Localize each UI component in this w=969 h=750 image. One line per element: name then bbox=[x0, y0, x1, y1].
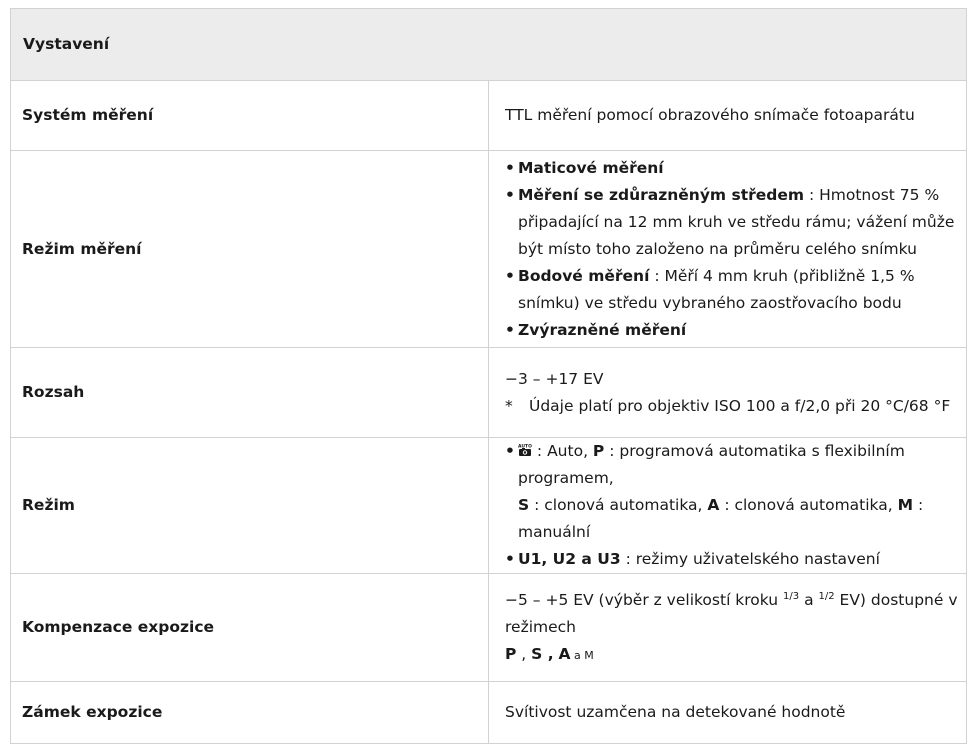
table-row: Kompenzace expozice −5 – +5 EV (výběr z … bbox=[10, 573, 967, 682]
comp-step-third: 1/3 bbox=[783, 590, 800, 602]
table-row: Systém měření TTL měření pomocí obrazové… bbox=[10, 80, 967, 151]
row-value: Maticové měření Měření se zdůrazněným st… bbox=[488, 150, 967, 348]
mode-s: S , bbox=[531, 644, 554, 663]
note-text: Údaje platí pro objektiv ISO 100 a f/2,0… bbox=[529, 396, 951, 415]
list-item: U1, U2 a U3 : režimy uživatelského nasta… bbox=[505, 546, 958, 573]
range-value: −3 – +17 EV bbox=[505, 369, 604, 388]
mode-p: P bbox=[592, 442, 605, 460]
list-item: Měření se zdůrazněným středem : Hmotnost… bbox=[505, 182, 958, 263]
note-mark: * bbox=[505, 396, 513, 415]
row-label: Rozsah bbox=[10, 347, 489, 438]
row-label: Zámek expozice bbox=[10, 681, 489, 744]
mode-s-text: : clonová automatika, bbox=[529, 496, 708, 514]
svg-text:AUTO: AUTO bbox=[518, 444, 532, 450]
item-title: Zvýrazněné měření bbox=[518, 320, 687, 339]
list-item: AUTO : Auto, P : programová automatika s… bbox=[505, 438, 958, 546]
auto-camera-icon: AUTO bbox=[518, 439, 532, 456]
table-row: Režim AUTO : Auto, P : programová automa… bbox=[10, 437, 967, 574]
table-header-row: Vystavení bbox=[10, 8, 967, 81]
comp-tail: a M bbox=[570, 648, 594, 662]
row-value: TTL měření pomocí obrazového snímače fot… bbox=[488, 80, 967, 151]
list-item: Bodové měření : Měří 4 mm kruh (přibližn… bbox=[505, 263, 958, 317]
item-title: Bodové měření bbox=[518, 266, 650, 285]
metering-list: Maticové měření Měření se zdůrazněným st… bbox=[505, 155, 958, 344]
mode-p: P bbox=[505, 644, 517, 663]
auto-text: : Auto, bbox=[532, 442, 593, 460]
row-label: Systém měření bbox=[10, 80, 489, 151]
list-item: Zvýrazněné měření bbox=[505, 317, 958, 344]
list-item: Maticové měření bbox=[505, 155, 958, 182]
comp-text: a bbox=[799, 590, 819, 609]
row-value: −5 – +5 EV (výběr z velikostí kroku 1/3 … bbox=[488, 573, 967, 682]
compensation-line2: P , S , A a M bbox=[505, 641, 958, 669]
row-value: Svítivost uzamčena na detekované hodnotě bbox=[488, 681, 967, 744]
spec-table: Vystavení Systém měření TTL měření pomoc… bbox=[10, 8, 967, 744]
compensation-line1: −5 – +5 EV (výběr z velikostí kroku 1/3 … bbox=[505, 587, 958, 641]
table-row: Zámek expozice Svítivost uzamčena na det… bbox=[10, 681, 967, 744]
row-label: Režim měření bbox=[10, 150, 489, 348]
item-title: Měření se zdůrazněným středem bbox=[518, 185, 805, 204]
table-header: Vystavení bbox=[10, 8, 967, 81]
separator: , bbox=[516, 644, 532, 663]
mode-u-text: : režimy uživatelského nastavení bbox=[620, 550, 880, 568]
range-note: * Údaje platí pro objektiv ISO 100 a f/2… bbox=[505, 393, 958, 420]
mode-a: A bbox=[558, 644, 571, 663]
mode-a: A bbox=[707, 496, 720, 514]
mode-m: M bbox=[897, 496, 914, 514]
table-row: Režim měření Maticové měření Měření se z… bbox=[10, 150, 967, 348]
mode-u: U1, U2 a U3 bbox=[518, 550, 621, 568]
row-label: Kompenzace expozice bbox=[10, 573, 489, 682]
row-label: Režim bbox=[10, 437, 489, 574]
item-title: Maticové měření bbox=[518, 158, 664, 177]
table-row: Rozsah −3 – +17 EV * Údaje platí pro obj… bbox=[10, 347, 967, 438]
comp-step-half: 1/2 bbox=[818, 590, 835, 602]
comp-text: −5 – +5 EV (výběr z velikostí kroku bbox=[505, 590, 784, 609]
row-value: AUTO : Auto, P : programová automatika s… bbox=[488, 437, 967, 574]
spec-table-container: Vystavení Systém měření TTL měření pomoc… bbox=[10, 8, 967, 744]
mode-a-text: : clonová automatika, bbox=[719, 496, 898, 514]
row-value: −3 – +17 EV * Údaje platí pro objektiv I… bbox=[488, 347, 967, 438]
mode-list: AUTO : Auto, P : programová automatika s… bbox=[505, 438, 958, 573]
mode-s: S bbox=[518, 496, 530, 514]
